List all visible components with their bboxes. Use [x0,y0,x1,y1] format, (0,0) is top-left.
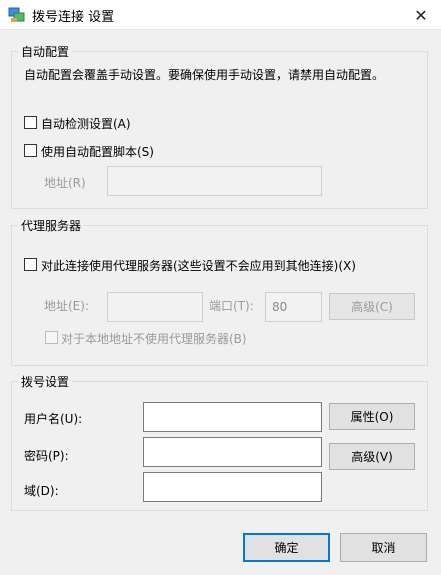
bypass-local-label[interactable]: 对于本地地址不使用代理服务器(B) [61,330,247,347]
use-script-label[interactable]: 使用自动配置脚本(S) [41,143,154,160]
use-proxy-label[interactable]: 对此连接使用代理服务器(这些设置不会应用到其他连接)(X) [41,257,356,274]
auto-config-description: 自动配置会覆盖手动设置。要确保使用手动设置，请禁用自动配置。 [24,68,385,82]
network-connection-icon [8,7,25,22]
username-field[interactable] [143,402,322,432]
proxy-address-field[interactable] [107,292,203,322]
password-input[interactable] [144,438,321,466]
script-address-label: 地址(R) [44,176,86,190]
ok-button[interactable]: 确定 [243,533,330,562]
properties-button[interactable]: 属性(O) [329,403,415,430]
script-address-field[interactable] [107,166,322,196]
auto-detect-checkbox[interactable] [24,116,37,129]
proxy-address-label: 地址(E): [44,299,89,313]
group-title-auto-config: 自动配置 [18,43,73,60]
group-title-proxy: 代理服务器 [18,217,85,234]
domain-label: 域(D): [24,484,59,498]
title-bar: 拨号连接 设置 ✕ [0,0,441,30]
use-script-checkbox[interactable] [24,144,37,157]
script-address-input[interactable] [108,167,321,195]
proxy-port-input[interactable] [266,293,321,321]
window-title: 拨号连接 设置 [32,10,115,25]
password-field[interactable] [143,437,322,467]
bypass-local-checkbox[interactable] [45,331,58,344]
password-label: 密码(P): [24,449,69,463]
proxy-port-field[interactable] [265,292,322,322]
username-label: 用户名(U): [24,412,83,426]
proxy-port-label: 端口(T): [209,299,254,313]
dialup-advanced-button[interactable]: 高级(V) [329,443,415,470]
proxy-advanced-button[interactable]: 高级(C) [329,293,415,320]
cancel-button[interactable]: 取消 [340,533,427,562]
username-input[interactable] [144,403,321,431]
close-icon[interactable]: ✕ [401,0,441,30]
auto-detect-label[interactable]: 自动检测设置(A) [41,115,131,132]
domain-input[interactable] [144,473,321,501]
proxy-address-input[interactable] [108,293,202,321]
group-title-dialup: 拨号设置 [18,373,73,390]
domain-field[interactable] [143,472,322,502]
use-proxy-checkbox[interactable] [24,258,37,271]
